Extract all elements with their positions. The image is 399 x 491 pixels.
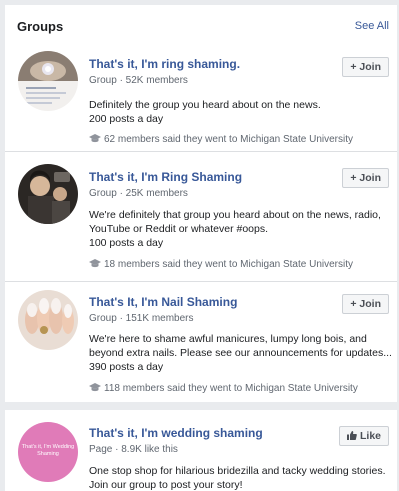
page-title[interactable]: That's it, I'm wedding shaming	[89, 426, 263, 440]
group-avatar[interactable]	[18, 164, 78, 224]
page-description: One stop shop for hilarious bridezilla a…	[89, 465, 386, 491]
groups-panel: Groups See All That's it, I'm ring shami…	[5, 5, 397, 491]
group-post-rate: 390 posts a day	[89, 361, 164, 373]
ring-photo-icon	[18, 51, 78, 111]
graduation-cap-icon	[89, 134, 101, 143]
group-meta: Group · 25K members	[89, 188, 188, 199]
section-title: Groups	[17, 19, 64, 34]
section-separator	[5, 402, 397, 410]
graduation-cap-icon	[89, 259, 101, 268]
group-post-rate: 200 posts a day	[89, 113, 164, 125]
group-card: That's It, I'm Nail Shaming Group · 151K…	[5, 282, 397, 402]
join-button[interactable]: + Join	[342, 168, 389, 188]
group-card: That's it, I'm Ring Shaming Group · 25K …	[5, 152, 397, 282]
group-meta: Group · 151K members	[89, 313, 194, 324]
join-button[interactable]: + Join	[342, 57, 389, 77]
see-all-link[interactable]: See All	[355, 20, 389, 32]
groups-header: Groups See All	[5, 5, 397, 41]
join-button[interactable]: + Join	[342, 294, 389, 314]
mutual-text: 118 members said they went to Michigan S…	[104, 383, 358, 394]
group-description: We're here to shame awful manicures, lum…	[89, 333, 392, 359]
group-card: That's it, I'm ring shaming. Group · 52K…	[5, 41, 397, 151]
group-title[interactable]: That's it, I'm ring shaming.	[89, 57, 240, 71]
group-title[interactable]: That's It, I'm Nail Shaming	[89, 295, 237, 309]
group-description: We're definitely that group you heard ab…	[89, 209, 381, 235]
page-avatar[interactable]: That's it, I'm Wedding Shaming	[18, 422, 78, 482]
like-label: Like	[359, 430, 381, 442]
group-avatar[interactable]	[18, 290, 78, 350]
ring-shaming-photo-icon	[18, 164, 78, 224]
graduation-cap-icon	[89, 383, 101, 392]
group-description: Definitely the group you heard about on …	[89, 99, 321, 111]
group-mutual-members: 118 members said they went to Michigan S…	[89, 383, 358, 394]
group-post-rate: 100 posts a day	[89, 237, 164, 249]
group-mutual-members: 18 members said they went to Michigan St…	[89, 259, 353, 270]
mutual-text: 18 members said they went to Michigan St…	[104, 259, 353, 270]
page-avatar-label: That's it, I'm Wedding Shaming	[21, 444, 75, 457]
group-title[interactable]: That's it, I'm Ring Shaming	[89, 170, 242, 184]
like-button[interactable]: Like	[338, 426, 389, 446]
page-card: That's it, I'm Wedding Shaming That's it…	[5, 410, 397, 491]
nail-photo-icon	[18, 290, 78, 350]
group-meta: Group · 52K members	[89, 75, 188, 86]
page-meta: Page · 8.9K like this	[89, 444, 178, 455]
group-mutual-members: 62 members said they went to Michigan St…	[89, 134, 353, 145]
group-avatar[interactable]	[18, 51, 78, 111]
mutual-text: 62 members said they went to Michigan St…	[104, 134, 353, 145]
thumbs-up-icon	[346, 431, 357, 440]
